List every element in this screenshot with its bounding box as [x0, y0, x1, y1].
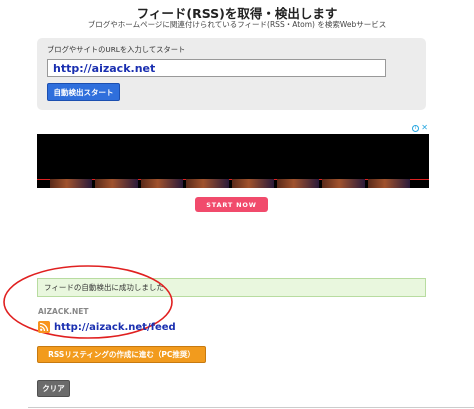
url-input-label: ブログやサイトのURLを入力してスタート: [47, 45, 186, 54]
site-name: AIZACK.NET: [38, 307, 89, 316]
auto-detect-start-button[interactable]: 自動検出スタート: [47, 83, 120, 101]
ad-thumbnail: [95, 179, 138, 188]
ad-thumbnail: [186, 179, 229, 188]
ad-thumbnail: [276, 179, 320, 188]
clear-button[interactable]: クリア: [37, 380, 70, 397]
ad-thumbnail: [231, 179, 274, 188]
rss-icon: [38, 321, 50, 333]
url-input[interactable]: [47, 59, 386, 77]
ad-thumbnail: [140, 179, 184, 188]
success-message: フィードの自動検出に成功しました: [37, 278, 426, 297]
ad-thumbnail: [322, 179, 365, 188]
ad-thumbnail-strip: [50, 179, 410, 188]
ad-thumbnail: [367, 179, 410, 188]
create-rss-listing-button[interactable]: RSSリスティングの作成に進む（PC推奨）: [37, 346, 206, 363]
ad-banner[interactable]: [37, 134, 429, 188]
ad-thumbnail: [50, 179, 93, 188]
divider: [28, 407, 474, 408]
feed-row: http://aizack.net/feed: [38, 320, 176, 334]
start-now-button[interactable]: START NOW: [195, 197, 268, 212]
close-icon[interactable]: ✕: [421, 124, 428, 132]
info-icon[interactable]: i: [412, 124, 419, 132]
search-panel: ブログやサイトのURLを入力してスタート 自動検出スタート: [37, 38, 426, 110]
ad-choices[interactable]: i ✕: [412, 124, 428, 132]
feed-url-link[interactable]: http://aizack.net/feed: [54, 322, 176, 333]
page-subtitle: ブログやホームページに関連付けられているフィード(RSS・Atom) を検索We…: [87, 20, 387, 29]
